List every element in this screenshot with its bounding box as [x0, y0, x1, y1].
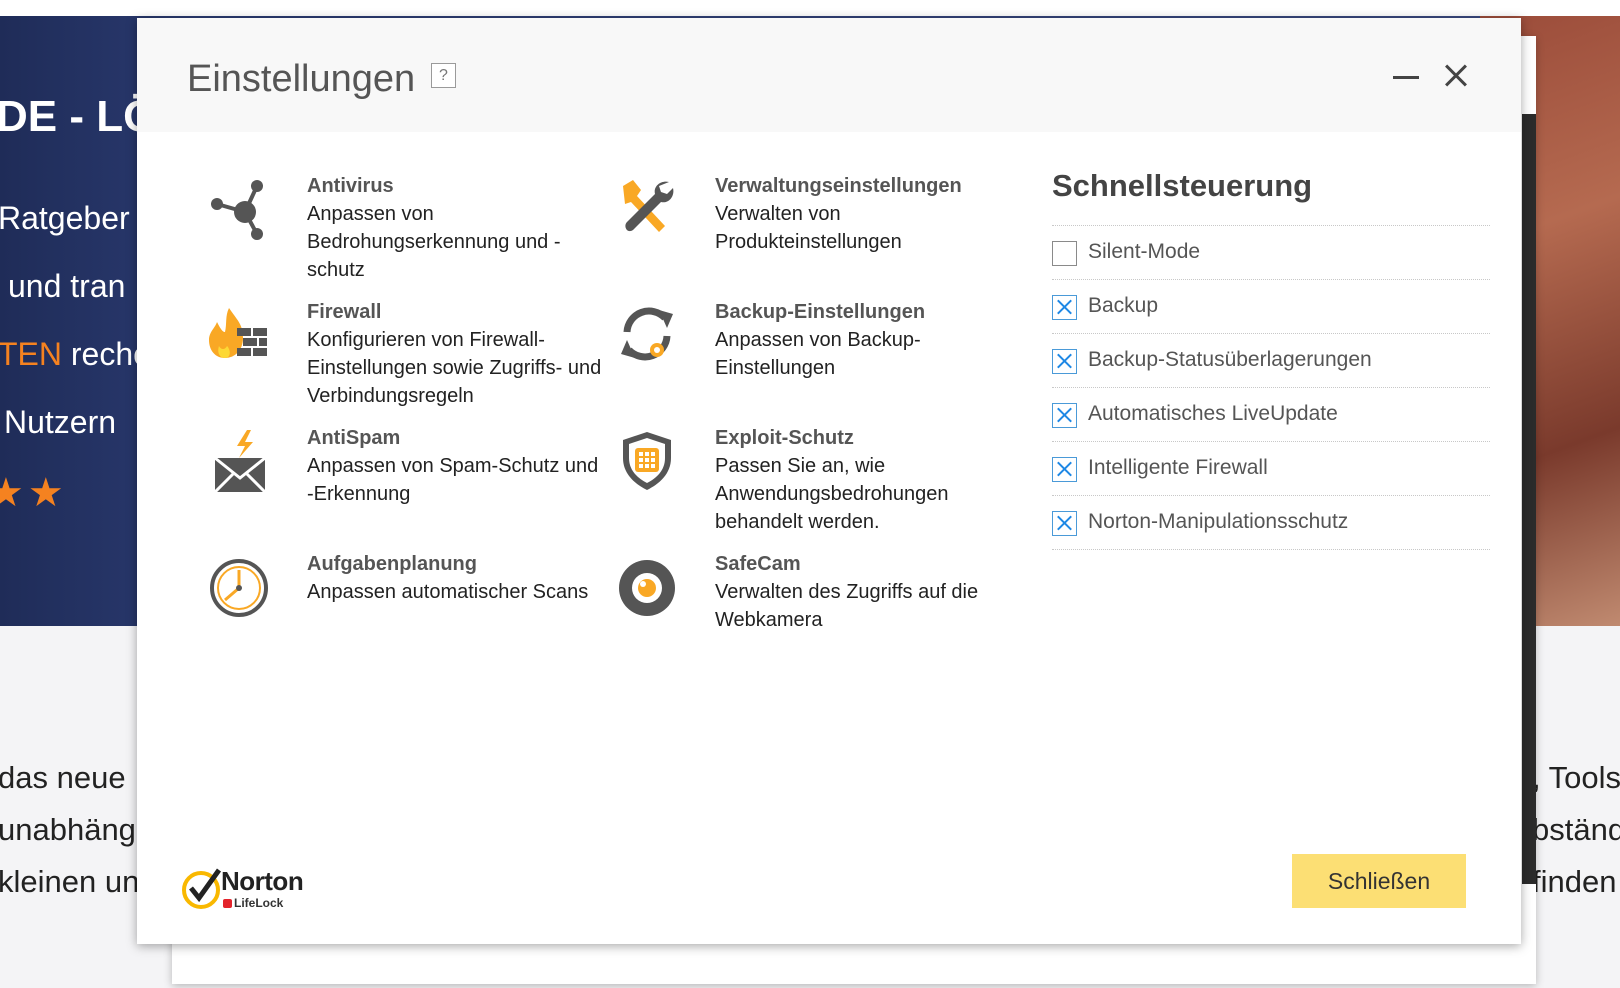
quick-control-label: Intelligente Firewall	[1088, 456, 1268, 479]
settings-item-description: Verwalten von Produkteinstellungen	[715, 203, 902, 253]
quick-controls-list: Silent-Mode Backup Backup-Statusüberlage…	[1052, 225, 1490, 550]
settings-item-description: Anpassen von Bedrohungserkennung und -sc…	[307, 203, 561, 281]
quick-control-backup[interactable]: Backup	[1052, 280, 1490, 333]
antispam-icon	[213, 430, 267, 492]
settings-item-description: Verwalten des Zugriffs auf die Webkamera	[715, 581, 979, 631]
close-icon[interactable]	[1439, 54, 1479, 94]
settings-item-title: Backup-Einstellungen	[715, 301, 926, 323]
article-text-line: , Tools	[1532, 760, 1620, 795]
settings-dialog: Einstellungen ? Antivirus Anpassen von B…	[137, 18, 1521, 944]
hero-heading: DE - LÖ	[0, 92, 158, 141]
quick-control-label: Backup-Statusüberlagerungen	[1088, 348, 1372, 371]
lifelock-icon	[223, 899, 232, 908]
brand-sub: LifeLock	[223, 896, 283, 910]
settings-item-title: Firewall	[307, 301, 382, 323]
settings-item-description: Konfigurieren von Firewall-Einstellungen…	[307, 329, 602, 407]
quick-control-automatic-liveupdate[interactable]: Automatisches LiveUpdate	[1052, 388, 1490, 441]
hero-text-line: Nutzern	[4, 404, 117, 440]
clock-icon	[210, 559, 268, 617]
checkbox-checked[interactable]	[1052, 295, 1077, 320]
hero-accent-text: TEN	[0, 336, 62, 372]
quick-control-smart-firewall[interactable]: Intelligente Firewall	[1052, 442, 1490, 495]
browser-top-strip	[0, 0, 1620, 16]
norton-check-icon	[182, 868, 222, 909]
backup-icon	[621, 307, 673, 361]
checkbox-checked[interactable]	[1052, 511, 1077, 536]
quick-control-label: Norton-Manipulationsschutz	[1088, 510, 1349, 533]
hero-text-line: und tran	[8, 268, 126, 304]
settings-item-description: Passen Sie an, wie Anwendungsbedrohungen…	[715, 455, 949, 533]
settings-item-title: AntiSpam	[307, 427, 401, 449]
article-text-line: bständ	[1532, 812, 1620, 847]
settings-item-title: SafeCam	[715, 553, 801, 575]
quick-controls-title: Schnellsteuerung	[1052, 168, 1313, 203]
checkbox-checked[interactable]	[1052, 349, 1077, 374]
shield-icon	[623, 432, 671, 490]
quick-control-label: Automatisches LiveUpdate	[1088, 402, 1338, 425]
checkbox[interactable]	[1052, 241, 1077, 266]
settings-item-title: Aufgabenplanung	[307, 553, 477, 575]
quick-control-label: Backup	[1088, 294, 1159, 317]
norton-logo: Norton LifeLock	[181, 866, 331, 916]
hero-text-line: TEN reche	[0, 336, 151, 373]
article-text-line: finden	[1532, 864, 1617, 899]
quick-control-label: Silent-Mode	[1088, 240, 1201, 263]
article-text-line: kleinen un	[0, 864, 140, 899]
dialog-header: Einstellungen ?	[137, 18, 1521, 132]
article-text-line: das neue I	[0, 760, 143, 795]
main-window-scrollbar[interactable]	[1522, 114, 1536, 884]
article-text-line: unabhängi	[0, 812, 143, 847]
antivirus-icon	[211, 180, 263, 240]
quick-control-tamper-protection[interactable]: Norton-Manipulationsschutz	[1052, 496, 1490, 549]
close-button[interactable]: Schließen	[1292, 854, 1466, 908]
firewall-icon	[209, 308, 267, 358]
rating-stars: ★★	[0, 471, 68, 515]
brand-sub-text: LifeLock	[234, 896, 284, 910]
settings-item-title: Verwaltungseinstellungen	[715, 175, 962, 197]
quick-control-backup-status-overlays[interactable]: Backup-Statusüberlagerungen	[1052, 334, 1490, 387]
settings-item-title: Antivirus	[307, 175, 394, 197]
checkbox-checked[interactable]	[1052, 457, 1077, 482]
hero-text-line: Ratgeber	[0, 200, 130, 236]
settings-item-description: Anpassen von Spam-Schutz und -Erkennung	[307, 455, 599, 505]
webcam-icon	[619, 560, 675, 616]
brand-name: Norton	[221, 866, 304, 896]
help-icon[interactable]: ?	[431, 63, 456, 88]
divider	[1052, 549, 1490, 550]
tools-icon	[623, 180, 674, 232]
minimize-button[interactable]	[1387, 54, 1427, 94]
settings-item-description: Anpassen von Backup-Einstellungen	[715, 329, 921, 379]
settings-item-description: Anpassen automatischer Scans	[307, 581, 589, 603]
dialog-title: Einstellungen	[187, 58, 416, 100]
settings-item-title: Exploit-Schutz	[715, 427, 854, 449]
quick-control-silent-mode[interactable]: Silent-Mode	[1052, 226, 1490, 279]
checkbox-checked[interactable]	[1052, 403, 1077, 428]
